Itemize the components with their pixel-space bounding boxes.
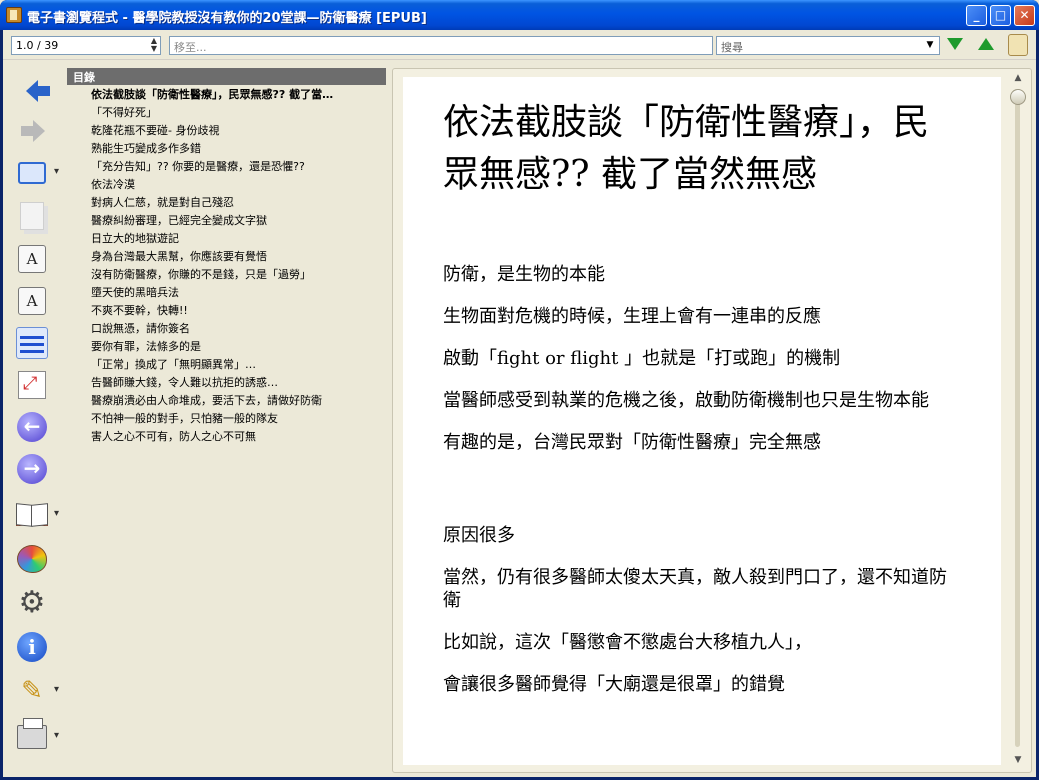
toc-item[interactable]: 依法冷漠 [67,176,386,194]
page-number-spinner[interactable]: 1.0 / 39 ▲ ▼ [11,36,161,55]
font-larger-button[interactable]: A [13,242,51,276]
close-button[interactable]: ✕ [1014,5,1035,26]
toc-item[interactable]: 熟能生巧變成多作多錯 [67,140,386,158]
body-paragraph: 生物面對危機的時候，生理上會有一連串的反應 [443,306,821,327]
next-page-icon: → [17,454,47,484]
toc-item[interactable]: 告醫師賺大錢，令人難以抗拒的誘惑… [67,374,386,392]
toc-item[interactable]: 醫療糾紛審理，已經完全變成文字獄 [67,212,386,230]
toc-item[interactable]: 「正常」換成了「無明顯異常」… [67,356,386,374]
search-prev-icon[interactable] [978,38,994,50]
toc-item[interactable]: 不怕神一般的對手，只怕豬一般的隊友 [67,410,386,428]
book-view-icon [18,162,46,184]
toc-item[interactable]: 依法截肢談「防衛性醫療」，民眾無感?? 截了當… [67,86,386,104]
scroll-up-icon[interactable]: ▲ [1011,73,1025,87]
toc-item[interactable]: 口說無憑，請你簽名 [67,320,386,338]
body-paragraph: 當然，仍有很多醫師太傻太天真，敵人殺到門口了，還不知道防衛 [443,567,947,611]
goto-placeholder: 移至... [174,41,207,54]
back-arrow-icon [26,80,50,102]
scroll-icon[interactable] [1008,34,1028,56]
window-title: 電子書瀏覽程式 - 醫學院教授沒有教你的20堂課—防衛醫療 [EPUB] [27,11,427,26]
toc-list: 依法截肢談「防衛性醫療」，民眾無感?? 截了當… 「不得好死」 乾隆花瓶不要碰- 身… [67,86,386,446]
tools-button[interactable]: ✎ [13,674,59,708]
search-input[interactable]: 搜尋 ▼ [716,36,940,55]
toc-item[interactable]: 不爽不要幹，快轉!! [67,302,386,320]
forward-button[interactable] [13,114,51,148]
goto-input[interactable]: 移至... [169,36,713,55]
left-toolbar: A A ← → ⚙ i ✎ [3,66,65,777]
info-button[interactable]: i [13,630,51,664]
toc-item[interactable]: 「不得好死」 [67,104,386,122]
scroll-thumb[interactable] [1010,89,1026,105]
page-number-value: 1.0 / 39 [16,39,59,52]
vertical-scrollbar[interactable]: ▲ ▼ [1009,71,1027,771]
line-spacing-button[interactable] [13,326,51,360]
fit-screen-icon [18,371,46,399]
library-icon [16,504,48,526]
body-paragraph: 比如說，這次「醫懲會不懲處台大移植九人」， [443,632,812,653]
toc-item[interactable]: 害人之心不可有，防人之心不可無 [67,428,386,446]
search-placeholder: 搜尋 [721,41,743,54]
back-button[interactable] [13,74,51,108]
print-button[interactable] [13,718,59,754]
body-paragraph: 會讓很多醫師覺得「大廟還是很罩」的錯覺 [443,674,785,695]
scroll-track[interactable] [1015,91,1020,747]
info-icon: i [17,632,47,662]
pages-button[interactable] [13,199,51,233]
library-button[interactable] [13,498,59,532]
title-bar[interactable]: 電子書瀏覽程式 - 醫學院教授沒有教你的20堂課—防衛醫療 [EPUB] _ □… [0,0,1039,30]
print-icon [17,718,47,749]
font-larger-icon: A [18,245,46,273]
scroll-down-icon[interactable]: ▼ [1011,755,1025,769]
body-paragraph: 防衛，是生物的本能 [443,264,605,285]
search-next-icon[interactable] [947,38,963,50]
toc-item[interactable]: 要你有罪，法條多的是 [67,338,386,356]
prev-page-icon: ← [17,412,47,442]
app-icon [6,7,22,23]
theme-icon [17,545,47,573]
toc-item[interactable]: 墮天使的黑暗兵法 [67,284,386,302]
body-paragraph: 原因很多 [443,525,515,546]
toc-item[interactable]: 「充分告知」?? 你要的是醫療，還是恐懼?? [67,158,386,176]
minimize-button[interactable]: _ [966,5,987,26]
body-paragraph: 啟動「fight or flight 」也就是「打或跑」的機制 [443,348,841,369]
font-smaller-button[interactable]: A [13,284,51,318]
body-paragraph: 當醫師感受到執業的危機之後，啟動防衛機制也只是生物本能 [443,390,929,411]
toc-item[interactable]: 醫療崩潰必由人命堆成，要活下去，請做好防衛 [67,392,386,410]
body-paragraph [443,473,963,496]
reader-pane: 依法截肢談「防衛性醫療」，民眾無感?? 截了當然無感 防衛，是生物的本能生物面對… [392,68,1032,773]
toc-panel: 目錄 依法截肢談「防衛性醫療」，民眾無感?? 截了當… 「不得好死」 乾隆花瓶不要碰… [67,68,386,777]
chapter-title: 依法截肢談「防衛性醫療」，民眾無感?? 截了當然無感 [443,102,930,195]
book-page: 依法截肢談「防衛性醫療」，民眾無感?? 截了當然無感 防衛，是生物的本能生物面對… [403,77,1001,765]
body-paragraph: 有趣的是，台灣民眾對「防衛性醫療」完全無感 [443,432,821,453]
toc-header: 目錄 [67,68,386,85]
theme-button[interactable] [13,542,51,576]
font-smaller-icon: A [18,287,46,315]
chevron-down-icon[interactable]: ▼ [923,38,937,53]
fit-screen-button[interactable] [13,368,51,402]
window-body: 1.0 / 39 ▲▼ 移至... 搜尋 ▼ A A [3,30,1036,777]
maximize-button[interactable]: □ [990,5,1011,26]
toc-item[interactable]: 沒有防衛醫療，你賺的不是錢，只是「過勞」 [67,266,386,284]
next-page-button[interactable]: → [13,452,51,486]
settings-icon: ⚙ [18,585,46,620]
top-toolbar: 1.0 / 39 ▲ ▼ 移至... 搜尋 ▼ [3,30,1036,60]
toc-item[interactable]: 身為台灣最大黑幫，你應該要有覺悟 [67,248,386,266]
toc-item[interactable]: 日立大的地獄遊記 [67,230,386,248]
chapter-body: 防衛，是生物的本能生物面對危機的時候，生理上會有一連串的反應 啟動「fight o… [443,263,963,715]
book-view-button[interactable] [13,156,59,190]
forward-arrow-icon [21,120,45,142]
tools-icon: ✎ [21,676,43,706]
line-spacing-icon [16,327,48,359]
prev-page-button[interactable]: ← [13,410,51,444]
settings-button[interactable]: ⚙ [13,586,51,620]
toc-item[interactable]: 對病人仁慈，就是對自己殘忍 [67,194,386,212]
pages-icon [20,202,44,230]
toc-item[interactable]: 乾隆花瓶不要碰- 身份歧視 [67,122,386,140]
spinner-arrows-icon[interactable]: ▲ ▼ [148,37,160,54]
app-window: 電子書瀏覽程式 - 醫學院教授沒有教你的20堂課—防衛醫療 [EPUB] _ □… [0,0,1039,780]
